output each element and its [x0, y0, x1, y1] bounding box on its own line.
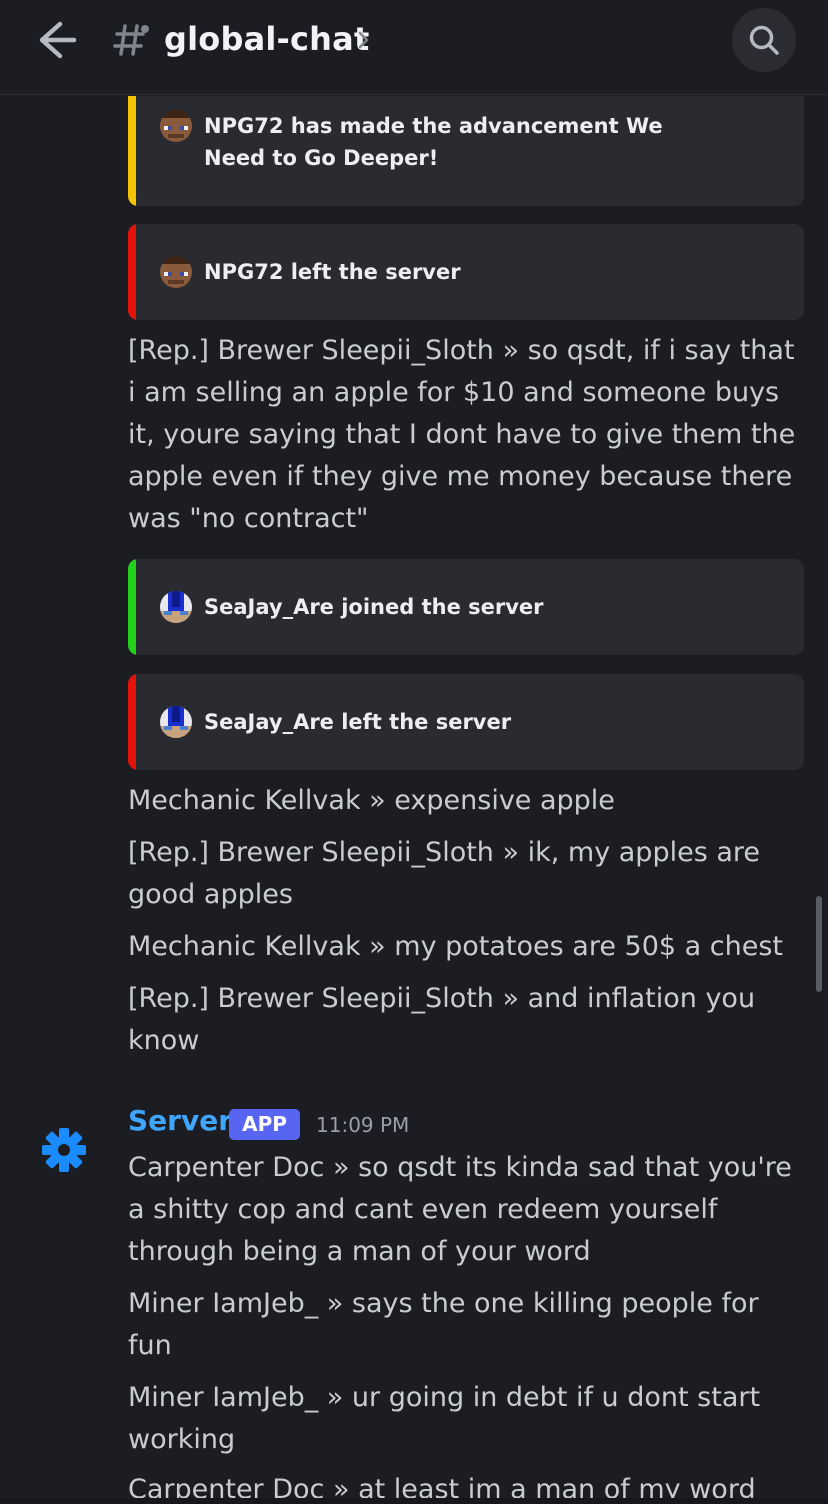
embed-color-bar — [128, 224, 136, 320]
chat-message: Mechanic Kellvak » expensive apple — [128, 785, 615, 816]
chat-message: [Rep.] Brewer Sleepii_Sloth » and inflat… — [128, 983, 756, 1056]
hash-icon — [112, 22, 152, 58]
chat-message: [Rep.] Brewer Sleepii_Sloth » ik, my app… — [128, 837, 761, 910]
chat-message: Miner IamJeb_ » ur going in debt if u do… — [128, 1382, 761, 1455]
bottom-divider — [0, 1498, 828, 1504]
player-head-icon — [160, 706, 192, 738]
arrow-left-icon — [39, 21, 77, 59]
system-embed: NPG72 left the server — [128, 224, 804, 320]
channel-title[interactable]: global-chat — [164, 20, 369, 58]
search-icon — [749, 25, 779, 55]
gear-icon[interactable] — [40, 1126, 88, 1174]
app-badge: APP — [229, 1109, 300, 1140]
embed-color-bar — [128, 96, 136, 206]
embed-text: SeaJay_Are left the server — [204, 710, 512, 734]
message-timestamp: 11:09 PM — [316, 1113, 410, 1137]
player-head-icon — [160, 256, 192, 288]
message-list[interactable]: NPG72 has made the advancement We Need t… — [0, 96, 828, 1504]
embed-color-bar — [128, 674, 136, 770]
chat-message: Carpenter Doc » so qsdt its kinda sad th… — [128, 1152, 792, 1267]
search-button[interactable] — [732, 8, 796, 72]
chat-message: Mechanic Kellvak » my potatoes are 50$ a… — [128, 931, 784, 962]
message-author[interactable]: Server — [128, 1104, 232, 1137]
chat-message: Miner IamJeb_ » says the one killing peo… — [128, 1288, 759, 1361]
chevron-right-icon[interactable] — [356, 29, 372, 51]
player-head-icon — [160, 591, 192, 623]
embed-text: SeaJay_Are joined the server — [204, 595, 544, 619]
embed-text: NPG72 left the server — [204, 260, 461, 284]
channel-header: global-chat — [0, 0, 828, 95]
system-embed: SeaJay_Are joined the server — [128, 559, 804, 655]
embed-color-bar — [128, 559, 136, 655]
scrollbar-thumb[interactable] — [816, 896, 822, 992]
player-head-icon — [160, 110, 192, 142]
embed-text: NPG72 has made the advancement We Need t… — [204, 114, 663, 170]
system-embed: NPG72 has made the advancement We Need t… — [128, 96, 804, 206]
system-embed: SeaJay_Are left the server — [128, 674, 804, 770]
back-button[interactable] — [30, 18, 82, 62]
chat-message: [Rep.] Brewer Sleepii_Sloth » so qsdt, i… — [128, 335, 796, 534]
